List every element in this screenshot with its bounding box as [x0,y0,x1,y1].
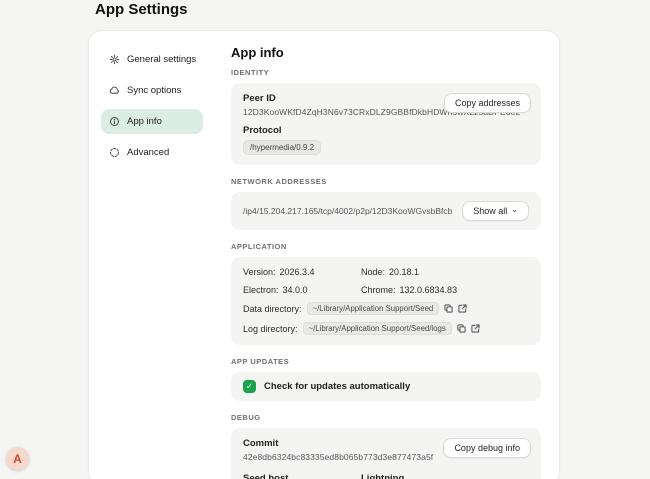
updates-checkbox[interactable]: ✓ [243,380,256,393]
electron-pair: Electron: 34.0.0 [243,285,361,295]
chrome-pair: Chrome: 132.0.6834.83 [361,285,529,295]
app-settings-page: App Settings General settings Sync optio… [0,0,650,479]
chevron-down-icon: ⌄ [511,206,518,214]
lightning-label: Lightning [361,473,529,479]
seed-host-label: Seed host [243,473,361,479]
log-directory-path: ~/Library/Application Support/Seed/logs [303,322,452,335]
data-directory-path: ~/Library/Application Support/Seed [307,302,440,315]
network-addresses-box: /ip4/15.204.217.165/tcp/4002/p2p/12D3Koo… [231,192,541,230]
network-address: /ip4/15.204.217.165/tcp/4002/p2p/12D3Koo… [243,206,452,216]
debug-box: Copy debug info Commit 42e8db6324bc83335… [231,428,541,479]
sidebar-item-label: App info [127,116,162,127]
section-label-application: Application [231,242,541,251]
updates-checkbox-label: Check for updates automatically [264,381,410,392]
copy-icon[interactable] [444,304,453,313]
protocol-label: Protocol [243,125,529,136]
identity-box: Copy addresses Peer ID 12D3KooWKfD4ZqH3N… [231,83,541,165]
data-directory-row: Data directory: ~/Library/Application Su… [243,302,529,315]
app-badge[interactable]: A [6,447,29,470]
chrome-value: 132.0.6834.83 [400,285,458,295]
check-icon: ✓ [246,381,254,392]
lightning-group: Lightning https://ln.seed.hyper.media [361,473,529,479]
open-external-icon[interactable] [471,324,480,333]
node-pair: Node: 20.18.1 [361,267,529,277]
section-label-network-addresses: Network addresses [231,177,541,186]
section-label-app-updates: App updates [231,357,541,366]
settings-sidebar: General settings Sync options App info A… [89,31,213,479]
node-value: 20.18.1 [389,267,419,277]
version-value: 2026.3.4 [280,267,315,277]
copy-icon[interactable] [457,324,466,333]
settings-card: General settings Sync options App info A… [88,30,560,479]
advanced-icon [109,147,120,158]
sidebar-item-label: Sync options [127,85,181,96]
copy-addresses-button[interactable]: Copy addresses [444,93,531,113]
debug-links-grid: Seed host https://host.seed.hyper.media … [243,473,529,479]
app-info-panel: App info Identity Copy addresses Peer ID… [213,31,559,479]
gear-icon [109,54,120,65]
log-directory-label: Log directory: [243,324,298,334]
section-label-debug: Debug [231,413,541,422]
sidebar-item-advanced[interactable]: Advanced [101,140,203,165]
app-updates-box: ✓ Check for updates automatically [231,372,541,401]
sidebar-item-label: General settings [127,54,196,65]
sidebar-item-app-info[interactable]: App info [101,109,203,134]
log-directory-row: Log directory: ~/Library/Application Sup… [243,322,529,335]
electron-label: Electron: [243,285,279,295]
copy-debug-info-button[interactable]: Copy debug info [443,438,531,458]
sidebar-item-label: Advanced [127,147,169,158]
panel-heading: App info [231,45,541,60]
page-title: App Settings [95,1,188,18]
application-box: Version: 2026.3.4 Node: 20.18.1 Electron: 3… [231,257,541,345]
version-grid: Version: 2026.3.4 Node: 20.18.1 Electron: 3… [243,267,529,295]
protocol-chip: /hypermedia/0.9.2 [243,140,321,155]
chrome-label: Chrome: [361,285,396,295]
show-all-label: Show all [473,206,507,216]
section-label-identity: Identity [231,68,541,77]
version-pair: Version: 2026.3.4 [243,267,361,277]
data-directory-label: Data directory: [243,304,302,314]
sidebar-item-general-settings[interactable]: General settings [101,47,203,72]
version-label: Version: [243,267,276,277]
cloud-sync-icon [109,85,120,96]
sidebar-item-sync-options[interactable]: Sync options [101,78,203,103]
info-icon [109,116,120,127]
show-all-button[interactable]: Show all ⌄ [462,201,529,221]
open-external-icon[interactable] [458,304,467,313]
seed-host-group: Seed host https://host.seed.hyper.media [243,473,361,479]
electron-value: 34.0.0 [283,285,308,295]
node-label: Node: [361,267,385,277]
